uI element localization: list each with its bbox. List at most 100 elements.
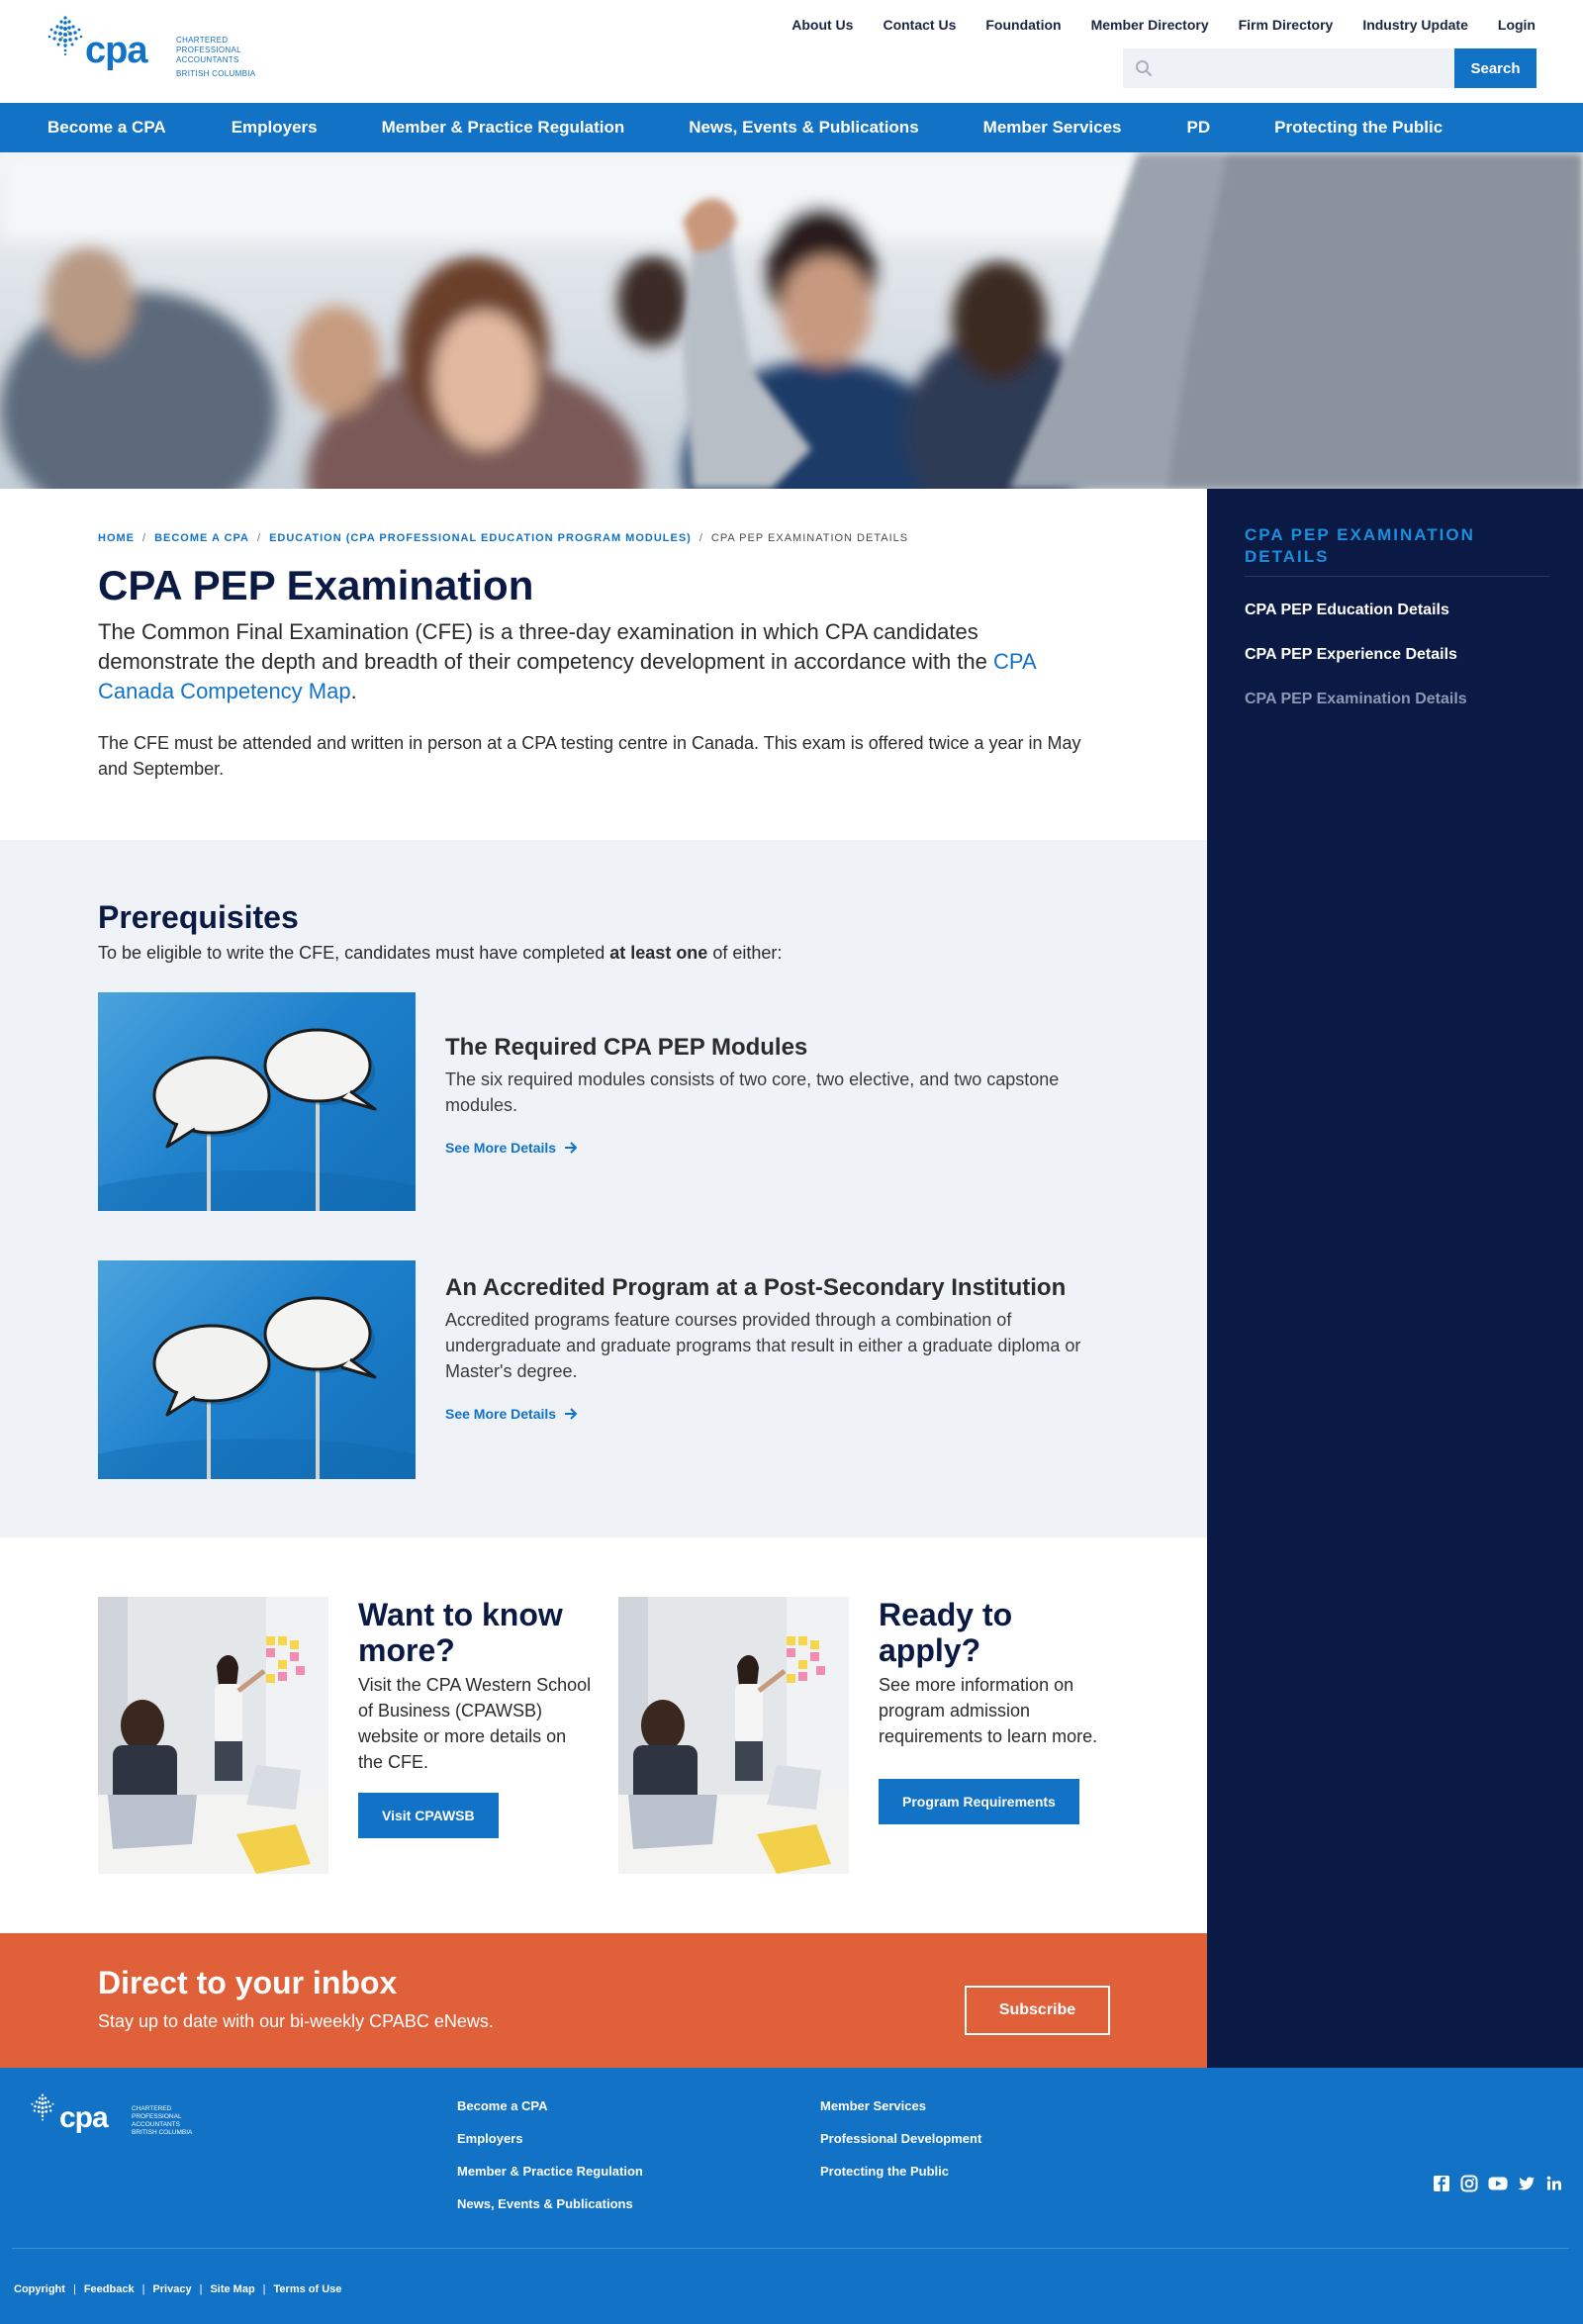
breadcrumb-education[interactable]: Education (CPA Professional Education Pr… <box>269 532 692 544</box>
intro-body: The CFE must be attended and written in … <box>98 733 1081 779</box>
see-more-label: See More Details <box>445 1406 557 1422</box>
main-nav: Become a CPA Employers Member & Practice… <box>0 103 1583 152</box>
logo-line: Chartered <box>176 36 229 45</box>
facebook-icon[interactable] <box>1433 2175 1450 2192</box>
prerequisites-section: Prerequisites To be eligible to write th… <box>0 840 1207 1537</box>
footer-divider <box>12 2248 1569 2249</box>
page-title: CPA PEP Examination <box>98 562 534 608</box>
utility-nav: About Us Contact Us Foundation Member Di… <box>792 17 1536 33</box>
breadcrumb-current: CPA PEP Examination Details <box>710 532 909 544</box>
hero-photo-illustration <box>0 152 1583 489</box>
cta-heading: Ready to apply? <box>879 1597 1013 1668</box>
intro-lead-end: . <box>350 679 357 703</box>
linkedin-icon[interactable] <box>1545 2175 1563 2192</box>
search-field <box>1123 48 1454 88</box>
program-requirements-button[interactable]: Program Requirements <box>879 1779 1079 1824</box>
maple-leaf-icon <box>47 16 83 56</box>
legal-separator: | <box>199 2283 203 2295</box>
cta-description: Visit the CPA Western School of Business… <box>358 1675 592 1772</box>
cpabc-logo[interactable]: cpa Chartered Professional Accountants B… <box>46 14 273 87</box>
sidebar-item-education-details[interactable]: CPA PEP Education Details <box>1245 602 1449 619</box>
footer-link-employers[interactable]: Employers <box>457 2131 643 2164</box>
cta-ready-to-apply: Ready to apply? See more information on … <box>618 1597 1113 1874</box>
office-meeting-image <box>98 1597 328 1874</box>
nav-protecting-the-public[interactable]: Protecting the Public <box>1274 118 1443 138</box>
search-button[interactable]: Search <box>1454 48 1536 88</box>
card-title: The Required CPA PEP Modules <box>445 1034 808 1061</box>
search-icon <box>1136 60 1153 77</box>
sidebar-item-examination-details[interactable]: CPA PEP Examination Details <box>1245 691 1467 708</box>
logo-line: Accountants <box>176 55 239 64</box>
footer-link-protecting-the-public[interactable]: Protecting the Public <box>820 2164 981 2196</box>
youtube-icon[interactable] <box>1488 2175 1508 2192</box>
footer-col-1: Become a CPA Employers Member & Practice… <box>457 2098 643 2229</box>
nav-become-a-cpa[interactable]: Become a CPA <box>47 118 166 138</box>
breadcrumb-separator: / <box>257 532 262 544</box>
nav-member-services[interactable]: Member Services <box>983 118 1122 138</box>
util-link-login[interactable]: Login <box>1498 17 1536 33</box>
subscribe-button[interactable]: Subscribe <box>965 1986 1110 2035</box>
util-link-industry-update[interactable]: Industry Update <box>1362 17 1468 33</box>
cta-text: Want to know more? Visit the CPA Western… <box>358 1597 596 1838</box>
legal-separator: | <box>72 2283 76 2295</box>
legal-link-copyright[interactable]: Copyright <box>14 2283 65 2295</box>
legal-link-privacy[interactable]: Privacy <box>152 2283 191 2295</box>
sidebar-item-experience-details[interactable]: CPA PEP Experience Details <box>1245 646 1457 664</box>
newsletter-title: Direct to your inbox <box>98 1965 398 2000</box>
logo-wordmark: cpa <box>85 30 147 71</box>
instagram-icon[interactable] <box>1460 2175 1478 2192</box>
twitter-icon[interactable] <box>1518 2175 1536 2192</box>
nav-employers[interactable]: Employers <box>232 118 318 138</box>
footer-logo[interactable]: cpa Chartered Professional Accountants B… <box>28 2090 216 2149</box>
logo-line: Chartered <box>132 2105 172 2112</box>
util-link-about[interactable]: About Us <box>792 17 853 33</box>
legal-link-feedback[interactable]: Feedback <box>84 2283 135 2295</box>
util-link-firm-directory[interactable]: Firm Directory <box>1239 17 1334 33</box>
search-input[interactable] <box>1123 48 1454 88</box>
see-more-details-link[interactable]: See More Details <box>445 1140 578 1156</box>
breadcrumb-separator: / <box>698 532 703 544</box>
see-more-label: See More Details <box>445 1140 557 1156</box>
speech-bubbles-image <box>98 992 416 1211</box>
logo-line: Professional <box>176 46 241 54</box>
footer-logo-wordmark: cpa <box>59 2101 109 2134</box>
social-links <box>1433 2175 1563 2192</box>
see-more-details-link[interactable]: See More Details <box>445 1406 578 1422</box>
prereq-intro-text: To be eligible to write the CFE, candida… <box>98 943 610 963</box>
nav-pd[interactable]: PD <box>1187 118 1211 138</box>
legal-separator: | <box>141 2283 145 2295</box>
logo-region: British Columbia <box>176 69 256 78</box>
footer-link-member-services[interactable]: Member Services <box>820 2098 981 2131</box>
util-link-foundation[interactable]: Foundation <box>985 17 1061 33</box>
footer-link-member-practice-regulation[interactable]: Member & Practice Regulation <box>457 2164 643 2196</box>
sidebar-title: CPA PEP Examination Details <box>1245 525 1475 566</box>
breadcrumb-become-a-cpa[interactable]: Become a CPA <box>154 532 249 544</box>
visit-cpawsb-button[interactable]: Visit CPAWSB <box>358 1793 499 1838</box>
intro-lead-text: The Common Final Examination (CFE) is a … <box>98 619 994 674</box>
footer-col-2: Member Services Professional Development… <box>820 2098 981 2196</box>
arrow-right-icon <box>565 1408 578 1420</box>
logo-line: Accountants <box>132 2121 180 2128</box>
hero-image <box>0 152 1583 489</box>
card-title: An Accredited Program at a Post-Secondar… <box>445 1274 1067 1301</box>
nav-news-events-publications[interactable]: News, Events & Publications <box>689 118 918 138</box>
nav-member-practice-regulation[interactable]: Member & Practice Regulation <box>382 118 625 138</box>
legal-separator: | <box>262 2283 266 2295</box>
footer-legal-links: Copyright | Feedback | Privacy | Site Ma… <box>14 2283 341 2295</box>
cta-want-to-know-more: Want to know more? Visit the CPA Western… <box>98 1597 593 1874</box>
card-text: Accredited programs feature courses prov… <box>445 1310 1081 1381</box>
legal-link-site-map[interactable]: Site Map <box>210 2283 254 2295</box>
prereq-intro-end: of either: <box>707 943 783 963</box>
breadcrumb-separator: / <box>142 532 147 544</box>
footer-link-news-events-publications[interactable]: News, Events & Publications <box>457 2196 643 2229</box>
footer-link-professional-development[interactable]: Professional Development <box>820 2131 981 2164</box>
maple-leaf-icon <box>31 2093 54 2121</box>
breadcrumb: Home / Become a CPA / Education (CPA Pro… <box>98 532 908 544</box>
util-link-contact[interactable]: Contact Us <box>883 17 956 33</box>
footer-link-become-a-cpa[interactable]: Become a CPA <box>457 2098 643 2131</box>
newsletter-banner: Direct to your inbox Stay up to date wit… <box>0 1933 1207 2068</box>
logo-tagline: Chartered Professional Accountants Briti… <box>176 36 265 79</box>
legal-link-terms-of-use[interactable]: Terms of Use <box>274 2283 342 2295</box>
util-link-member-directory[interactable]: Member Directory <box>1091 17 1209 33</box>
breadcrumb-home[interactable]: Home <box>98 532 135 544</box>
